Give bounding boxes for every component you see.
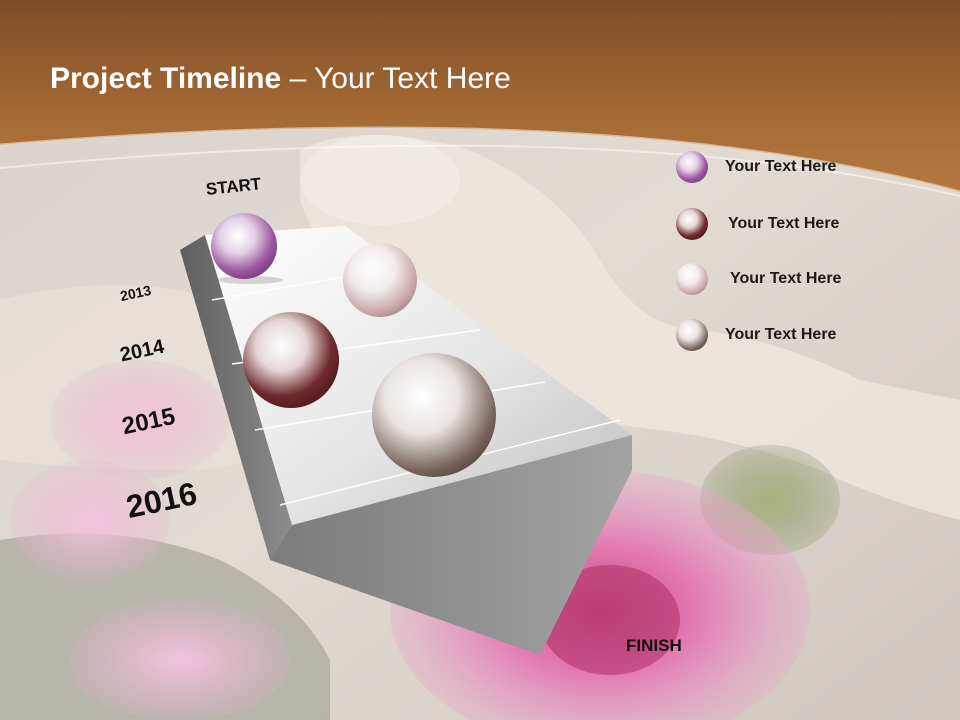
timeline-ball-brown bbox=[372, 353, 496, 477]
legend-ball-purple-icon bbox=[676, 151, 708, 183]
legend-text: Your Text Here bbox=[725, 326, 837, 343]
legend-text: Your Text Here bbox=[730, 270, 842, 287]
legend-text: Your Text Here bbox=[725, 158, 837, 175]
legend-item: Your Text Here bbox=[675, 149, 836, 185]
legend-ball-rose-icon bbox=[676, 263, 708, 295]
timeline-ball-rose bbox=[343, 243, 417, 317]
legend-ball-brown-icon bbox=[676, 319, 708, 351]
title-rest: – Your Text Here bbox=[281, 62, 511, 95]
slide: Project Timeline – Your Text Here START … bbox=[0, 0, 960, 720]
timeline-ball-purple bbox=[211, 213, 277, 279]
timeline-ball-maroon bbox=[243, 312, 339, 408]
title-bold: Project Timeline bbox=[50, 62, 282, 95]
page-title: Project Timeline – Your Text Here bbox=[50, 62, 511, 102]
legend-ball-maroon-icon bbox=[676, 208, 708, 240]
legend-item: Your Text Here bbox=[675, 261, 841, 297]
legend-text: Your Text Here bbox=[728, 215, 840, 232]
legend-item: Your Text Here bbox=[675, 206, 839, 242]
finish-label: FINISH bbox=[626, 636, 682, 655]
legend-item: Your Text Here bbox=[675, 317, 836, 353]
